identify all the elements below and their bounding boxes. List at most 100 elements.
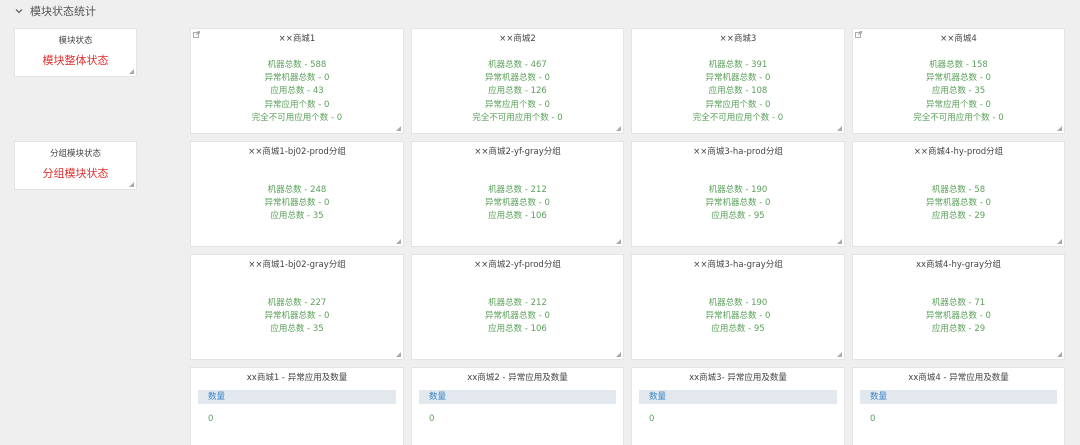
stats-list: 机器总数 - 467 异常机器总数 - 0 应用总数 - 126 异常应用个数 … [412, 59, 623, 125]
table-header[interactable]: 数量 [419, 390, 616, 404]
stat-unavailable-apps: 完全不可用应用个数 - 0 [472, 112, 563, 123]
table-header[interactable]: 数量 [198, 390, 396, 404]
resize-handle-icon[interactable] [1057, 126, 1062, 131]
stat-abnormal-machines: 异常机器总数 - 0 [264, 198, 330, 209]
stat-app-total: 应用总数 - 35 [931, 86, 986, 97]
panel-title: ××商城3-ha-gray分组 [693, 260, 783, 270]
table-cell: 0 [870, 414, 876, 424]
stats-list: 机器总数 - 212 异常机器总数 - 0 应用总数 - 106 [412, 297, 623, 337]
resize-handle-icon[interactable] [616, 352, 621, 357]
stat-app-total: 应用总数 - 106 [488, 324, 547, 335]
panel-title: 分组模块状态 [49, 149, 101, 159]
panel-title: ××商城4-hy-prod分组 [913, 147, 1004, 157]
stat-abnormal-machines: 异常机器总数 - 0 [926, 73, 991, 84]
stat-abnormal-machines: 异常机器总数 - 0 [485, 311, 550, 322]
panel-title: xx商城2 - 异常应用及数量 [467, 373, 568, 383]
resize-handle-icon[interactable] [837, 126, 842, 131]
resize-handle-icon[interactable] [837, 352, 842, 357]
stats-list: 机器总数 - 158 异常机器总数 - 0 应用总数 - 35 异常应用个数 -… [853, 59, 1064, 125]
group-summary-panel[interactable]: ××商城3-ha-gray分组 机器总数 - 190 异常机器总数 - 0 应用… [631, 254, 845, 360]
resize-handle-icon[interactable] [396, 126, 401, 131]
panel-title: xx商城3- 异常应用及数量 [689, 373, 787, 383]
group-summary-panel[interactable]: ××商城1-bj02-prod分组 机器总数 - 248 异常机器总数 - 0 … [190, 141, 404, 247]
panel-title: 模块状态 [58, 36, 93, 46]
group-summary-panel[interactable]: ××商城2-yf-prod分组 机器总数 - 212 异常机器总数 - 0 应用… [411, 254, 624, 360]
stat-abnormal-machines: 异常机器总数 - 0 [926, 311, 991, 322]
external-link-icon[interactable] [193, 31, 200, 38]
panel-title: ××商城2-yf-gray分组 [474, 147, 561, 157]
table-header[interactable]: 数量 [860, 390, 1057, 404]
panel-title: ××商城1-bj02-prod分组 [248, 147, 346, 157]
stat-unavailable-apps: 完全不可用应用个数 - 0 [913, 112, 1004, 123]
abnormal-apps-panel[interactable]: xx商城3- 异常应用及数量 数量 0 [631, 367, 845, 445]
resize-handle-icon[interactable] [396, 239, 401, 244]
table-cell: 0 [208, 414, 214, 424]
stat-abnormal-machines: 异常机器总数 - 0 [264, 311, 330, 322]
resize-handle-icon[interactable] [616, 126, 621, 131]
stat-machine-total: 机器总数 - 248 [267, 185, 327, 195]
table-cell: 0 [649, 414, 655, 424]
mall-summary-panel[interactable]: ××商城3 机器总数 - 391 异常机器总数 - 0 应用总数 - 108 异… [631, 28, 845, 134]
stat-app-total: 应用总数 - 95 [711, 324, 765, 335]
mall-summary-panel[interactable]: ××商城4 机器总数 - 158 异常机器总数 - 0 应用总数 - 35 异常… [852, 28, 1065, 134]
group-summary-panel[interactable]: ××商城2-yf-gray分组 机器总数 - 212 异常机器总数 - 0 应用… [411, 141, 624, 247]
group-status-panel[interactable]: 分组模块状态 分组模块状态 [14, 141, 137, 190]
stat-machine-total: 机器总数 - 227 [267, 298, 327, 308]
module-status-panel[interactable]: 模块状态 模块整体状态 [14, 28, 137, 77]
stats-list: 机器总数 - 58 异常机器总数 - 0 应用总数 - 29 [853, 184, 1064, 224]
resize-handle-icon[interactable] [129, 69, 134, 74]
external-link-icon[interactable] [855, 31, 862, 38]
panel-title: ××商城3-ha-prod分组 [693, 147, 783, 157]
stats-list: 机器总数 - 248 异常机器总数 - 0 应用总数 - 35 [191, 184, 403, 224]
resize-handle-icon[interactable] [837, 239, 842, 244]
stat-abnormal-apps: 异常应用个数 - 0 [926, 99, 991, 110]
stats-list: 机器总数 - 190 异常机器总数 - 0 应用总数 - 95 [632, 184, 844, 224]
stat-unavailable-apps: 完全不可用应用个数 - 0 [692, 112, 784, 123]
stats-list: 机器总数 - 71 异常机器总数 - 0 应用总数 - 29 [853, 297, 1064, 337]
section-title: 模块状态统计 [30, 5, 96, 18]
stats-list: 机器总数 - 212 异常机器总数 - 0 应用总数 - 106 [412, 184, 623, 224]
stat-app-total: 应用总数 - 43 [270, 86, 324, 97]
abnormal-apps-panel[interactable]: xx商城1 - 异常应用及数量 数量 0 [190, 367, 404, 445]
stat-machine-total: 机器总数 - 190 [708, 298, 768, 308]
abnormal-apps-panel[interactable]: xx商城4 - 异常应用及数量 数量 0 [852, 367, 1065, 445]
stat-app-total: 应用总数 - 35 [270, 324, 324, 335]
mall-summary-panel[interactable]: ××商城1 机器总数 - 588 异常机器总数 - 0 应用总数 - 43 异常… [190, 28, 404, 134]
stat-abnormal-apps: 异常应用个数 - 0 [705, 99, 771, 110]
resize-handle-icon[interactable] [129, 182, 134, 187]
stat-abnormal-machines: 异常机器总数 - 0 [926, 198, 991, 209]
stat-abnormal-machines: 异常机器总数 - 0 [485, 73, 550, 84]
stats-list: 机器总数 - 190 异常机器总数 - 0 应用总数 - 95 [632, 297, 844, 337]
group-summary-panel[interactable]: ××商城3-ha-prod分组 机器总数 - 190 异常机器总数 - 0 应用… [631, 141, 845, 247]
resize-handle-icon[interactable] [616, 239, 621, 244]
table-header[interactable]: 数量 [639, 390, 837, 404]
resize-handle-icon[interactable] [396, 352, 401, 357]
panel-title: ××商城2 [499, 34, 536, 44]
chevron-down-icon[interactable] [14, 6, 24, 16]
stat-abnormal-machines: 异常机器总数 - 0 [705, 73, 771, 84]
panel-title: ××商城3 [719, 34, 757, 44]
group-summary-panel[interactable]: ××商城1-bj02-gray分组 机器总数 - 227 异常机器总数 - 0 … [190, 254, 404, 360]
stat-abnormal-apps: 异常应用个数 - 0 [264, 99, 330, 110]
mall-summary-panel[interactable]: ××商城2 机器总数 - 467 异常机器总数 - 0 应用总数 - 126 异… [411, 28, 624, 134]
stat-abnormal-machines: 异常机器总数 - 0 [485, 198, 550, 209]
stat-machine-total: 机器总数 - 71 [931, 298, 986, 308]
resize-handle-icon[interactable] [1057, 239, 1062, 244]
stat-machine-total: 机器总数 - 391 [708, 60, 768, 70]
section-header[interactable]: 模块状态统计 [14, 2, 96, 20]
stat-abnormal-machines: 异常机器总数 - 0 [705, 311, 771, 322]
status-value: 模块整体状态 [42, 54, 109, 67]
resize-handle-icon[interactable] [1057, 352, 1062, 357]
abnormal-apps-panel[interactable]: xx商城2 - 异常应用及数量 数量 0 [411, 367, 624, 445]
stat-app-total: 应用总数 - 108 [708, 86, 768, 97]
stat-abnormal-machines: 异常机器总数 - 0 [264, 73, 330, 84]
group-summary-panel[interactable]: xx商城4-hy-gray分组 机器总数 - 71 异常机器总数 - 0 应用总… [852, 254, 1065, 360]
panel-title: ××商城1 [278, 34, 316, 44]
stat-unavailable-apps: 完全不可用应用个数 - 0 [251, 112, 343, 123]
stat-abnormal-apps: 异常应用个数 - 0 [485, 99, 550, 110]
stat-app-total: 应用总数 - 29 [931, 211, 986, 222]
stat-machine-total: 机器总数 - 588 [267, 60, 327, 70]
group-summary-panel[interactable]: ××商城4-hy-prod分组 机器总数 - 58 异常机器总数 - 0 应用总… [852, 141, 1065, 247]
stat-app-total: 应用总数 - 126 [488, 86, 547, 97]
stat-app-total: 应用总数 - 29 [931, 324, 986, 335]
